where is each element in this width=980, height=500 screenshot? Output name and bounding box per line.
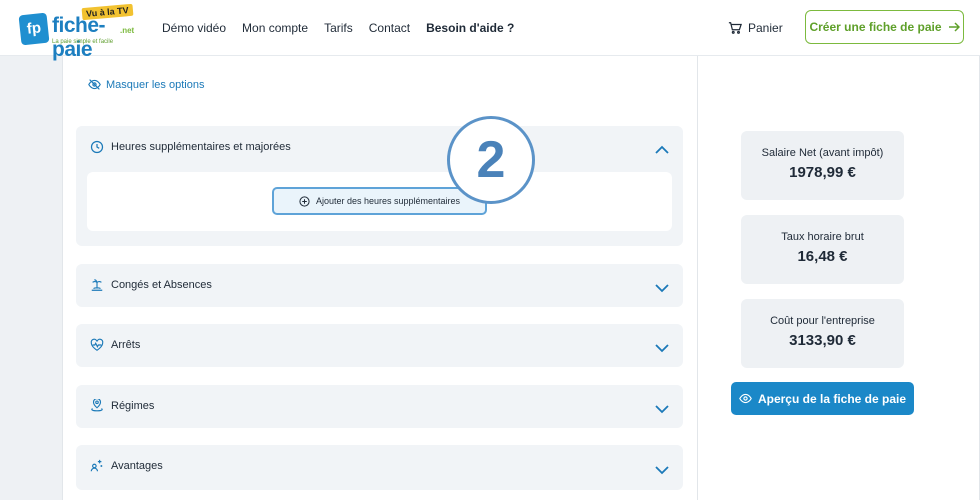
overtime-panel: Ajouter des heures supplémentaires bbox=[87, 172, 672, 231]
main-nav: Démo vidéo Mon compte Tarifs Contact Bes… bbox=[162, 0, 514, 56]
hourly-rate-label: Taux horaire brut bbox=[781, 231, 864, 243]
section-benefits-header: Avantages bbox=[90, 459, 163, 473]
chevron-down-icon[interactable] bbox=[654, 340, 670, 356]
eye-icon bbox=[739, 393, 752, 404]
logo-name: fiche-paie bbox=[52, 14, 106, 61]
nav-pricing[interactable]: Tarifs bbox=[324, 21, 353, 35]
section-sick-leave-header: Arrêts bbox=[90, 338, 140, 352]
section-sick-leave-title: Arrêts bbox=[111, 339, 141, 351]
employer-cost-card: Coût pour l'entreprise 3133,90 € bbox=[741, 299, 904, 368]
chevron-down-icon[interactable] bbox=[654, 280, 670, 296]
payslip-preview-button[interactable]: Aperçu de la fiche de paie bbox=[731, 382, 914, 415]
net-salary-card: Salaire Net (avant impôt) 1978,99 € bbox=[741, 131, 904, 200]
chevron-up-icon[interactable] bbox=[654, 142, 670, 158]
location-pin-icon bbox=[91, 399, 103, 412]
section-sick-leave[interactable]: Arrêts bbox=[76, 324, 683, 367]
employer-cost-label: Coût pour l'entreprise bbox=[770, 315, 875, 327]
site-logo[interactable]: fp fiche-paie Vu à la TV .net La paie si… bbox=[18, 3, 140, 61]
nav-demo-video[interactable]: Démo vidéo bbox=[162, 21, 226, 35]
logo-tagline: La paie simple et facile bbox=[52, 39, 114, 45]
section-overtime: Heures supplémentaires et majorées Ajout… bbox=[76, 126, 683, 246]
top-header: fp fiche-paie Vu à la TV .net La paie si… bbox=[0, 0, 980, 61]
section-leave[interactable]: Congés et Absences bbox=[76, 264, 683, 307]
section-leave-title: Congés et Absences bbox=[111, 279, 212, 291]
nav-contact[interactable]: Contact bbox=[369, 21, 410, 35]
hide-options-label: Masquer les options bbox=[106, 78, 205, 91]
hourly-rate-card: Taux horaire brut 16,48 € bbox=[741, 215, 904, 284]
sparkle-people-icon bbox=[90, 459, 103, 472]
section-leave-header: Congés et Absences bbox=[90, 278, 212, 292]
section-overtime-title: Heures supplémentaires et majorées bbox=[111, 141, 291, 153]
section-regimes[interactable]: Régimes bbox=[76, 385, 683, 428]
plus-circle-icon bbox=[299, 195, 310, 207]
clock-icon bbox=[90, 140, 104, 154]
employer-cost-value: 3133,90 € bbox=[789, 332, 856, 349]
nav-help[interactable]: Besoin d'aide ? bbox=[426, 21, 514, 35]
beach-icon bbox=[91, 279, 103, 291]
cart-label: Panier bbox=[748, 21, 783, 35]
nav-my-account[interactable]: Mon compte bbox=[242, 21, 308, 35]
section-benefits[interactable]: Avantages bbox=[76, 445, 683, 490]
create-payslip-button[interactable]: Créer une fiche de paie bbox=[805, 10, 964, 44]
payslip-preview-label: Aperçu de la fiche de paie bbox=[757, 391, 907, 406]
net-salary-label: Salaire Net (avant impôt) bbox=[761, 147, 884, 159]
section-benefits-title: Avantages bbox=[111, 460, 163, 472]
heart-pulse-icon bbox=[90, 338, 104, 351]
chevron-down-icon[interactable] bbox=[654, 401, 670, 417]
step-number-badge: 2 bbox=[447, 116, 535, 204]
hide-options-link[interactable]: Masquer les options bbox=[88, 78, 204, 91]
create-payslip-label: Créer une fiche de paie bbox=[809, 20, 942, 34]
section-regimes-header: Régimes bbox=[90, 399, 154, 413]
section-regimes-title: Régimes bbox=[111, 400, 155, 412]
eye-off-icon bbox=[88, 79, 101, 90]
cart-link[interactable]: Panier bbox=[728, 0, 783, 56]
cart-icon bbox=[728, 22, 742, 34]
logo-suffix: .net bbox=[120, 26, 135, 35]
section-overtime-header[interactable]: Heures supplémentaires et majorées bbox=[90, 140, 291, 154]
chevron-down-icon[interactable] bbox=[654, 462, 670, 478]
add-overtime-button[interactable]: Ajouter des heures supplémentaires bbox=[272, 187, 487, 215]
arrow-right-icon bbox=[948, 22, 960, 32]
add-overtime-label: Ajouter des heures supplémentaires bbox=[315, 196, 461, 206]
logo-mark: fp bbox=[18, 12, 50, 46]
net-salary-value: 1978,99 € bbox=[789, 164, 856, 181]
hourly-rate-value: 16,48 € bbox=[797, 248, 848, 265]
